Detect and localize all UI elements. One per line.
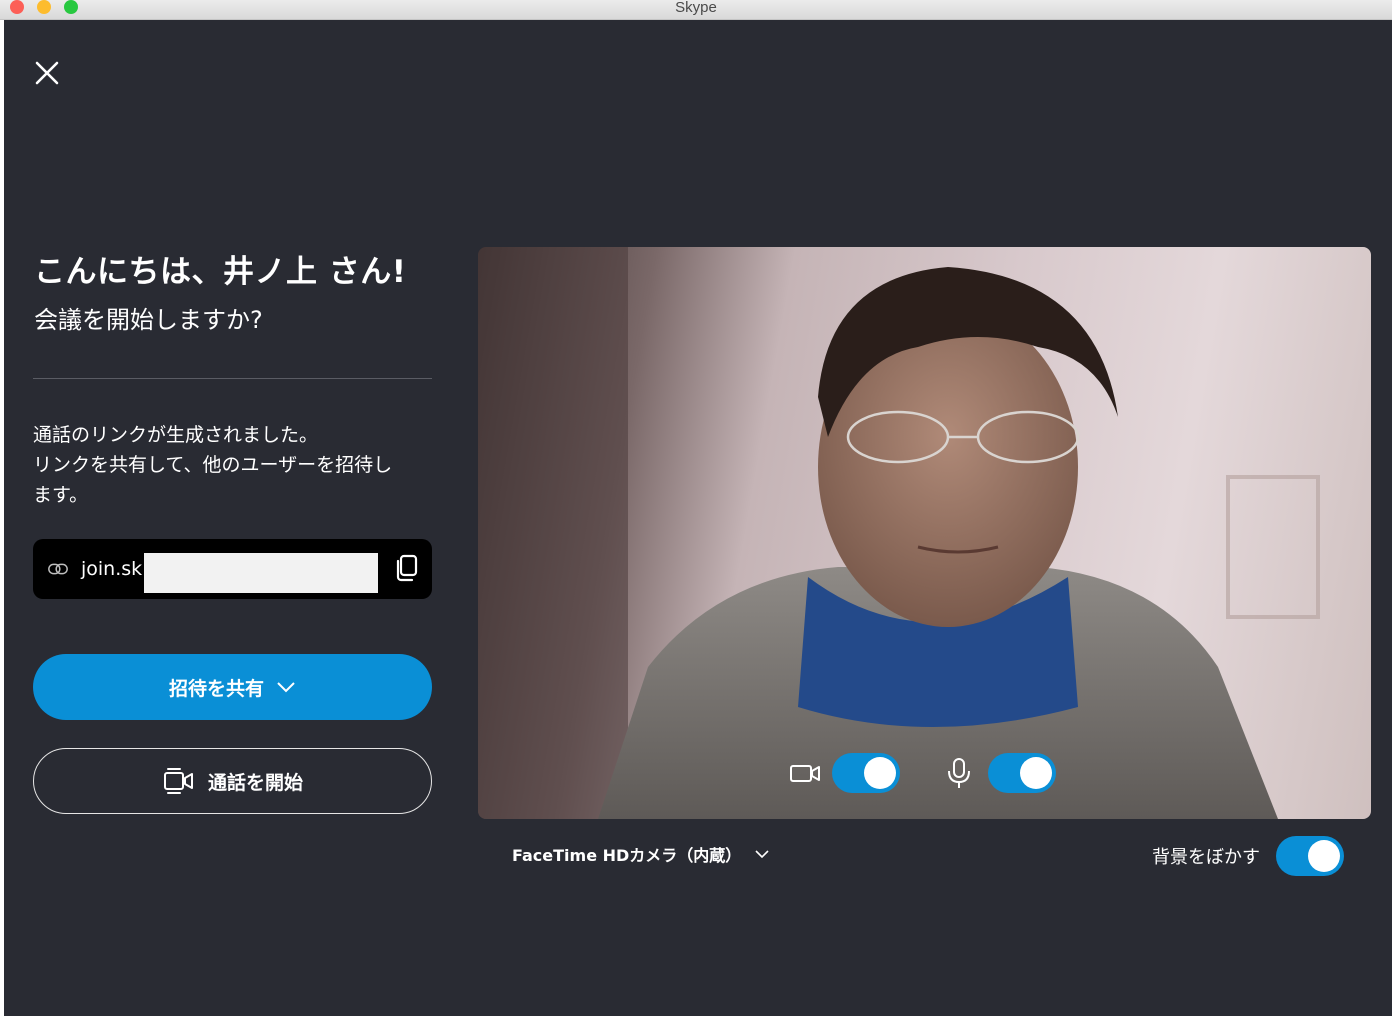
background-blur-toggle[interactable] <box>1276 836 1344 876</box>
camera-toggle[interactable] <box>832 753 900 793</box>
background-blur-setting: 背景をぼかす <box>1152 836 1344 876</box>
link-description-line: リンクを共有して、他のユーザーを招待し <box>33 454 393 476</box>
greeting-subtitle: 会議を開始しますか? <box>34 306 263 334</box>
camera-icon <box>790 765 820 782</box>
link-icon <box>48 563 68 575</box>
background-blur-label: 背景をぼかす <box>1152 847 1260 868</box>
close-button[interactable] <box>32 58 62 88</box>
preview-controls <box>788 753 1056 793</box>
redacted-link-area <box>144 553 378 593</box>
meeting-link-box[interactable]: join.sk <box>33 539 432 599</box>
window-title: Skype <box>675 0 717 16</box>
copy-icon <box>396 554 418 582</box>
chevron-down-icon <box>277 682 295 693</box>
start-call-button[interactable]: 通話を開始 <box>33 748 432 814</box>
video-call-icon <box>163 768 193 794</box>
chevron-down-icon <box>755 850 769 859</box>
meet-now-panel: こんにちは、井ノ上 さん! 会議を開始しますか? 通話のリンクが生成されました。… <box>4 20 1392 1016</box>
link-description-line: 通話のリンクが生成されました。 <box>33 424 319 446</box>
share-invite-label: 招待を共有 <box>168 677 264 700</box>
divider <box>33 378 432 379</box>
toggle-knob <box>1308 840 1340 872</box>
toggle-knob <box>1020 757 1052 789</box>
microphone-toggle[interactable] <box>988 753 1056 793</box>
greeting-title: こんにちは、井ノ上 さん! <box>34 254 407 290</box>
camera-name: FaceTime HDカメラ（内蔵） <box>512 846 742 865</box>
camera-selector[interactable]: FaceTime HDカメラ（内蔵） <box>512 842 769 866</box>
copy-link-button[interactable] <box>392 553 420 585</box>
camera-preview <box>478 247 1371 819</box>
camera-preview-image <box>478 247 1320 819</box>
microphone-icon <box>948 758 970 788</box>
meeting-link-text: join.sk <box>81 558 143 580</box>
close-icon <box>35 61 59 85</box>
link-description: 通話のリンクが生成されました。 リンクを共有して、他のユーザーを招待し ます。 <box>33 420 433 510</box>
start-call-label: 通話を開始 <box>207 771 303 794</box>
window-titlebar: Skype <box>0 0 1392 20</box>
link-description-line: ます。 <box>33 484 89 506</box>
toggle-knob <box>864 757 896 789</box>
share-invite-button[interactable]: 招待を共有 <box>33 654 432 720</box>
